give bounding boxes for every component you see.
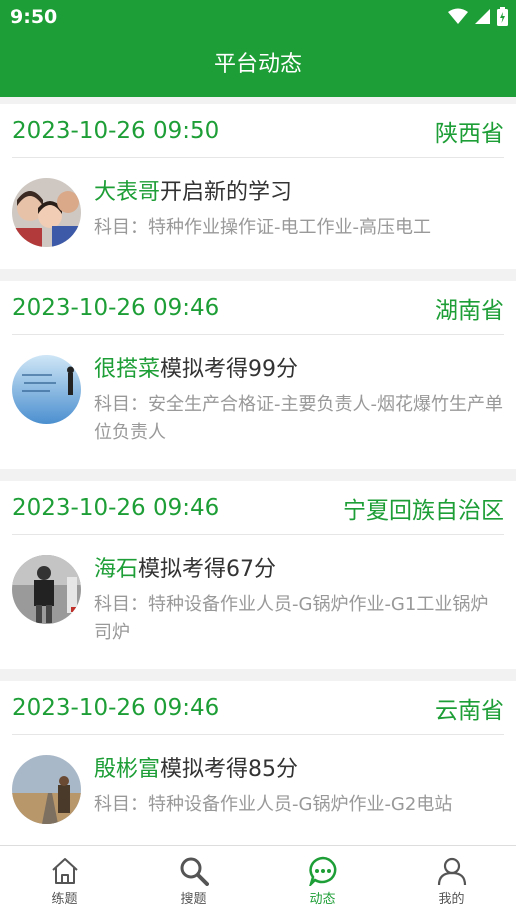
tab-profile[interactable]: 我的 bbox=[387, 846, 516, 917]
feed-card-header: 2023-10-26 09:50 陕西省 bbox=[12, 104, 504, 158]
feed-action: 模拟考得99分 bbox=[160, 357, 299, 382]
feed-card-body: 大表哥开启新的学习 科目：特种作业操作证-电工作业-高压电工 bbox=[12, 158, 504, 269]
feed-card[interactable]: 2023-10-26 09:46 云南省 殷彬富模拟考得85分 科目：特种设备作… bbox=[0, 681, 516, 845]
feed-card-header: 2023-10-26 09:46 云南省 bbox=[12, 681, 504, 735]
feed-card-body: 殷彬富模拟考得85分 科目：特种设备作业人员-G锅炉作业-G2电站 bbox=[12, 735, 504, 845]
user-name[interactable]: 大表哥 bbox=[94, 180, 160, 205]
avatar[interactable] bbox=[12, 555, 81, 624]
battery-icon bbox=[497, 7, 508, 26]
feed-info: 海石模拟考得67分 科目：特种设备作业人员-G锅炉作业-G1工业锅炉司炉 bbox=[94, 555, 504, 647]
feed-card[interactable]: 2023-10-26 09:46 湖南省 很搭菜模拟考得99分 科目：安全生产合… bbox=[0, 281, 516, 469]
home-icon bbox=[51, 858, 78, 884]
search-icon bbox=[180, 857, 209, 886]
tab-label: 搜题 bbox=[180, 892, 207, 907]
feed-subject: 科目：特种作业操作证-电工作业-高压电工 bbox=[94, 217, 431, 238]
app-bar: 平台动态 bbox=[0, 34, 516, 97]
feed-province: 陕西省 bbox=[435, 120, 504, 147]
avatar[interactable] bbox=[12, 755, 81, 824]
chat-icon bbox=[308, 856, 336, 886]
feed-headline: 很搭菜模拟考得99分 bbox=[94, 355, 504, 385]
feed-subject: 科目：特种设备作业人员-G锅炉作业-G2电站 bbox=[94, 794, 453, 815]
feed-date: 2023-10-26 09:46 bbox=[12, 694, 220, 721]
feed-action: 模拟考得67分 bbox=[138, 557, 277, 582]
feed-date: 2023-10-26 09:46 bbox=[12, 494, 220, 521]
feed-headline: 大表哥开启新的学习 bbox=[94, 178, 504, 208]
avatar[interactable] bbox=[12, 178, 81, 247]
tab-label: 练题 bbox=[51, 892, 78, 907]
feed-info: 大表哥开启新的学习 科目：特种作业操作证-电工作业-高压电工 bbox=[94, 178, 504, 247]
feed-card-body: 海石模拟考得67分 科目：特种设备作业人员-G锅炉作业-G1工业锅炉司炉 bbox=[12, 535, 504, 669]
tab-label: 我的 bbox=[438, 892, 465, 907]
status-time: 9:50 bbox=[10, 6, 58, 28]
feed-subject: 科目：安全生产合格证-主要负责人-烟花爆竹生产单位负责人 bbox=[94, 394, 503, 443]
feed-info: 很搭菜模拟考得99分 科目：安全生产合格证-主要负责人-烟花爆竹生产单位负责人 bbox=[94, 355, 504, 447]
feed-card-header: 2023-10-26 09:46 宁夏回族自治区 bbox=[12, 481, 504, 535]
feed-card[interactable]: 2023-10-26 09:50 陕西省 大表哥开启新的学习 科目：特种作业操作… bbox=[0, 104, 516, 269]
feed-province: 云南省 bbox=[435, 697, 504, 724]
bottom-tab-bar: 练题 搜题 动态 我的 bbox=[0, 845, 516, 917]
avatar[interactable] bbox=[12, 355, 81, 424]
feed-province: 湖南省 bbox=[435, 297, 504, 324]
status-icons bbox=[448, 7, 508, 26]
wifi-icon bbox=[448, 8, 468, 24]
feed-date: 2023-10-26 09:50 bbox=[12, 117, 220, 144]
feed-card-body: 很搭菜模拟考得99分 科目：安全生产合格证-主要负责人-烟花爆竹生产单位负责人 bbox=[12, 335, 504, 469]
feed-headline: 海石模拟考得67分 bbox=[94, 555, 504, 585]
feed-date: 2023-10-26 09:46 bbox=[12, 294, 220, 321]
tab-activity[interactable]: 动态 bbox=[258, 846, 387, 917]
tab-practice[interactable]: 练题 bbox=[0, 846, 129, 917]
tab-search[interactable]: 搜题 bbox=[129, 846, 258, 917]
user-icon bbox=[437, 857, 466, 886]
feed-headline: 殷彬富模拟考得85分 bbox=[94, 755, 504, 785]
status-bar: 9:50 bbox=[0, 0, 516, 34]
page-title: 平台动态 bbox=[213, 52, 302, 77]
feed-action: 模拟考得85分 bbox=[160, 757, 299, 782]
signal-icon bbox=[475, 9, 490, 24]
feed-card[interactable]: 2023-10-26 09:46 宁夏回族自治区 海石模拟考得67分 科目：特种… bbox=[0, 481, 516, 669]
activity-feed[interactable]: 2023-10-26 09:50 陕西省 大表哥开启新的学习 科目：特种作业操作… bbox=[0, 104, 516, 845]
feed-province: 宁夏回族自治区 bbox=[343, 497, 504, 524]
feed-card-header: 2023-10-26 09:46 湖南省 bbox=[12, 281, 504, 335]
feed-action: 开启新的学习 bbox=[160, 180, 293, 205]
user-name[interactable]: 殷彬富 bbox=[94, 757, 160, 782]
user-name[interactable]: 海石 bbox=[94, 557, 138, 582]
feed-subject: 科目：特种设备作业人员-G锅炉作业-G1工业锅炉司炉 bbox=[94, 594, 489, 643]
feed-info: 殷彬富模拟考得85分 科目：特种设备作业人员-G锅炉作业-G2电站 bbox=[94, 755, 504, 824]
user-name[interactable]: 很搭菜 bbox=[94, 357, 160, 382]
tab-label: 动态 bbox=[309, 892, 336, 907]
